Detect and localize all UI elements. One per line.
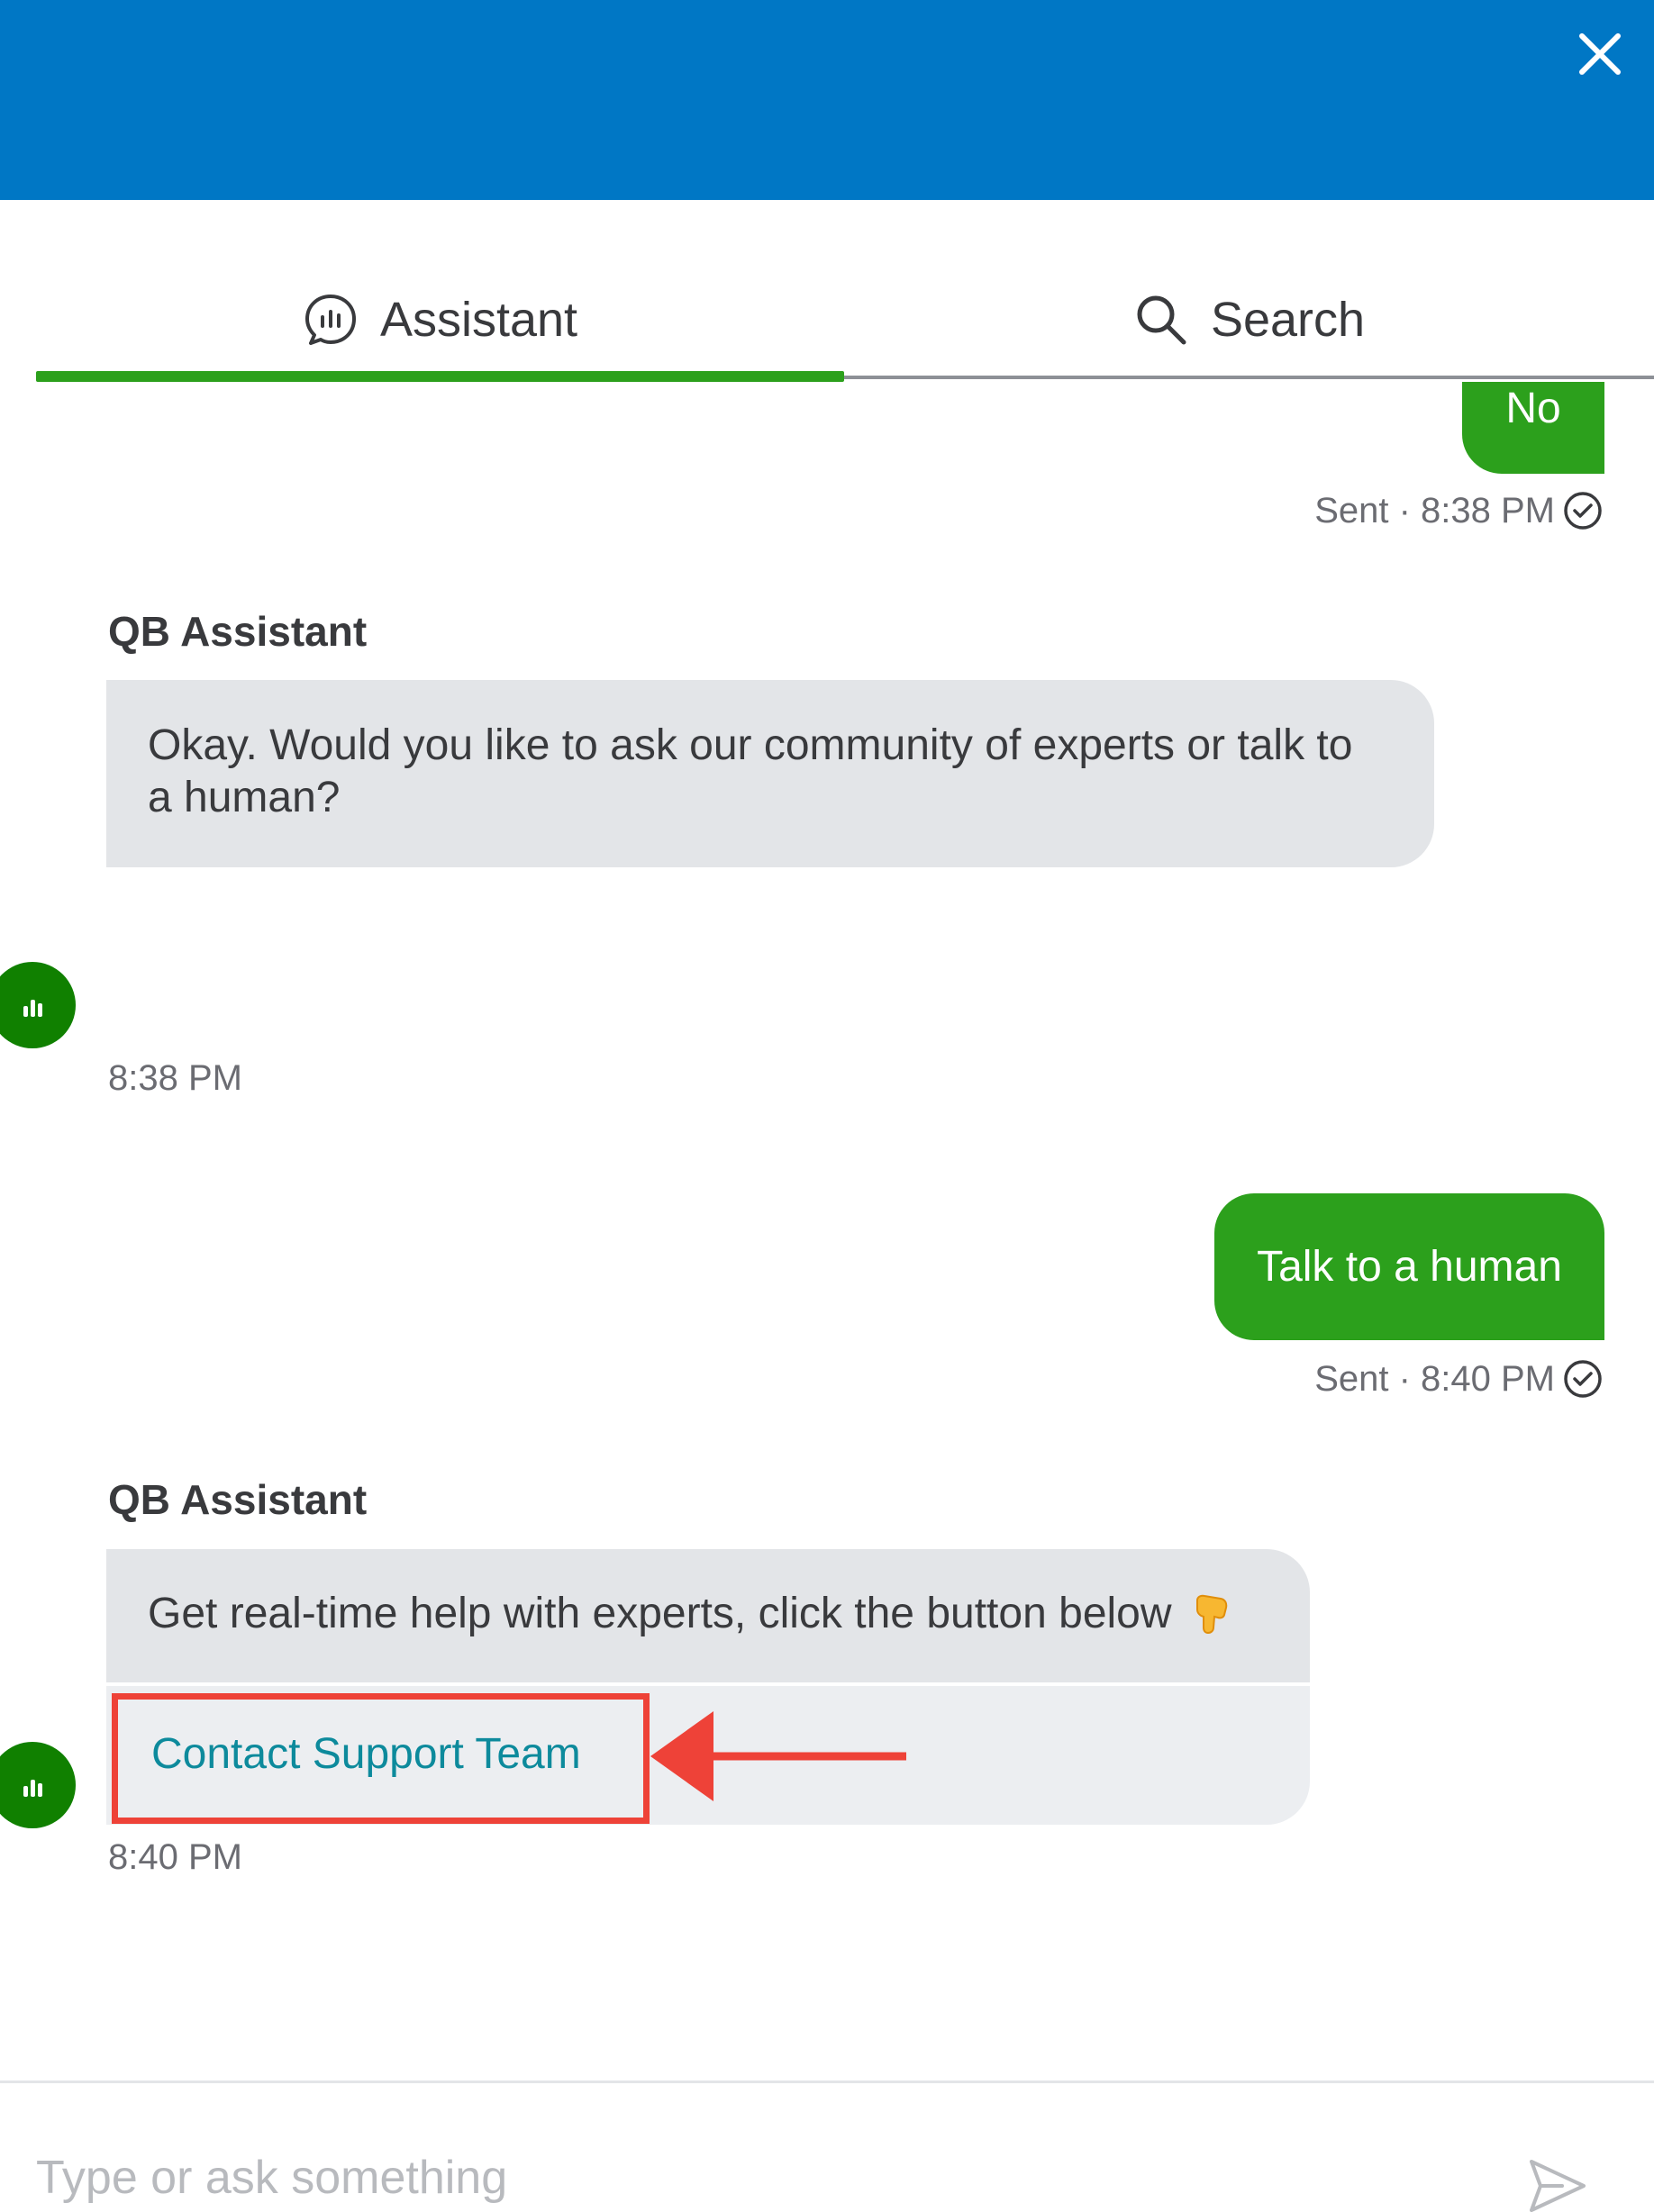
send-button[interactable] <box>1526 2154 1589 2212</box>
assistant-avatar-icon <box>23 1780 42 1797</box>
tab-assistant-label: Assistant <box>379 293 578 347</box>
assistant-chat-icon <box>304 295 356 345</box>
tab-search-label: Search <box>1210 293 1366 347</box>
bot-message-bubble: Get real-time help with experts, click t… <box>106 1549 1310 1682</box>
composer-divider <box>0 2081 1654 2083</box>
user-message-text: No <box>1505 385 1561 432</box>
highlight-annotation-box <box>112 1693 650 1824</box>
sent-status-text: Sent · 8:40 PM <box>1314 1358 1555 1399</box>
user-message-bubble: No <box>1462 382 1604 474</box>
send-icon <box>1530 2160 1586 2212</box>
header-bar <box>0 0 1654 200</box>
close-icon <box>1579 33 1621 75</box>
check-circle-icon <box>1564 1360 1602 1398</box>
bot-message-time: 8:38 PM <box>108 1058 242 1098</box>
tab-assistant[interactable]: Assistant <box>36 270 844 369</box>
sent-status-text: Sent · 8:38 PM <box>1314 490 1555 530</box>
bot-sender-name: QB Assistant <box>108 608 368 655</box>
user-message-bubble: Talk to a human <box>1214 1193 1604 1340</box>
chat-panel: Assistant Search No Sent · 8:38 PM QB As… <box>0 0 1654 2212</box>
close-button[interactable] <box>1568 22 1632 86</box>
search-icon <box>1137 295 1186 345</box>
user-message-text: Talk to a human <box>1257 1243 1562 1291</box>
bot-message-text: Okay. Would you like to ask our communit… <box>148 721 1353 821</box>
check-circle-icon <box>1564 492 1602 530</box>
sent-status: Sent · 8:40 PM <box>1314 1358 1604 1400</box>
bot-sender-name: QB Assistant <box>108 1476 368 1523</box>
message-input[interactable] <box>36 2144 1477 2212</box>
bot-message-bubble: Okay. Would you like to ask our communit… <box>106 680 1434 867</box>
arrow-left-icon <box>650 1711 906 1801</box>
tab-search[interactable]: Search <box>844 270 1654 369</box>
active-tab-indicator <box>36 371 844 382</box>
bot-avatar <box>0 1742 76 1828</box>
bot-message-time: 8:40 PM <box>108 1837 242 1877</box>
assistant-avatar-icon <box>23 1000 42 1017</box>
bot-message-text: Get real-time help with experts, click t… <box>148 1590 1172 1637</box>
bot-avatar <box>0 962 76 1048</box>
pointing-down-hand-icon <box>1195 1594 1227 1635</box>
sent-status: Sent · 8:38 PM <box>1314 490 1604 531</box>
